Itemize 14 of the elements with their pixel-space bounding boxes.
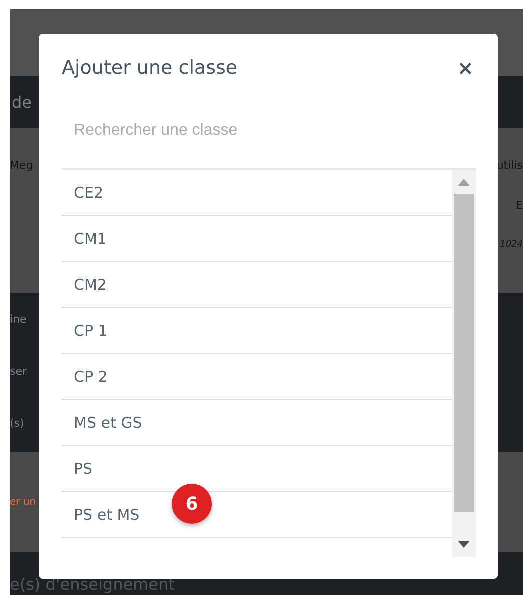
text-fragment: ser [10,364,28,379]
scroll-down-icon[interactable] [458,541,470,549]
text-fragment: Meg [10,158,34,173]
text-fragment: ine [10,312,28,327]
close-button[interactable]: × [455,58,476,78]
text-fragment: E [516,198,523,213]
text-fragment: 1024 [500,239,523,252]
dialog-title: Ajouter une classe [62,57,238,79]
text-fragment: de [11,94,33,110]
scrollbar-thumb[interactable] [454,194,474,512]
text-fragment: utilis [496,158,523,173]
scroll-up-icon[interactable] [458,178,470,186]
text-fragment: (s) [10,416,26,431]
scrollbar[interactable] [452,170,476,557]
